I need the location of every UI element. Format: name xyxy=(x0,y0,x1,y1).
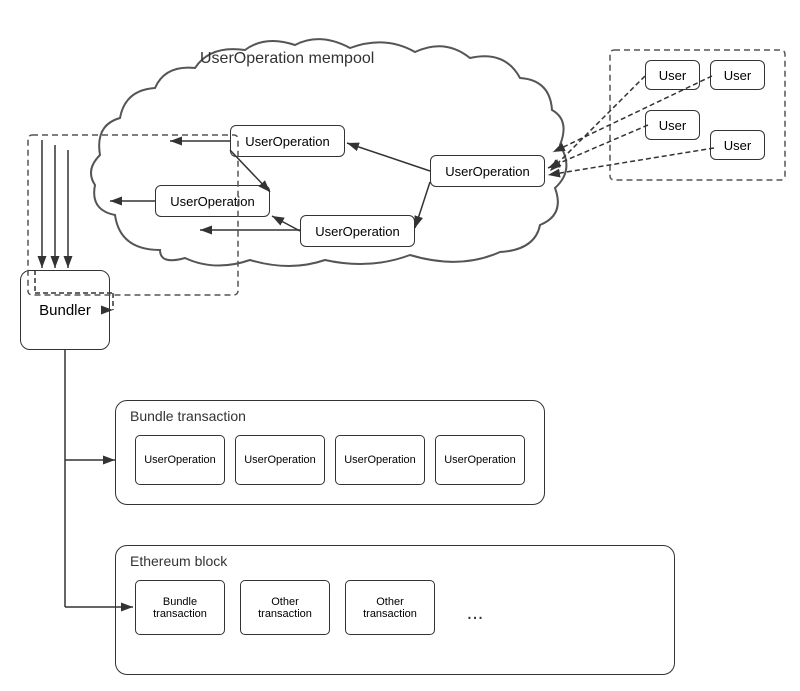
cloud-label: UserOperation mempool xyxy=(200,50,374,68)
eth-other-tx-2: Other transaction xyxy=(345,580,435,635)
bundle-transaction-label: Bundle transaction xyxy=(130,408,246,424)
bundle-op-4: UserOperation xyxy=(435,435,525,485)
user-op-box-2: UserOperation xyxy=(155,185,270,217)
user-box-2: User xyxy=(710,60,765,90)
user-box-3: User xyxy=(645,110,700,140)
bundle-op-2: UserOperation xyxy=(235,435,325,485)
bundle-op-1: UserOperation xyxy=(135,435,225,485)
eth-other-tx-1: Other transaction xyxy=(240,580,330,635)
eth-dots: ... xyxy=(455,598,495,628)
user-op-box-3: UserOperation xyxy=(300,215,415,247)
user-box-4: User xyxy=(710,130,765,160)
user-op-box-4: UserOperation xyxy=(430,155,545,187)
diagram: UserOperation mempool UserOperation User… xyxy=(0,0,800,691)
eth-bundle-tx: Bundle transaction xyxy=(135,580,225,635)
user-op-box-1: UserOperation xyxy=(230,125,345,157)
bundle-op-3: UserOperation xyxy=(335,435,425,485)
bundler-box: Bundler xyxy=(20,270,110,350)
ethereum-block-label: Ethereum block xyxy=(130,553,227,569)
user-box-1: User xyxy=(645,60,700,90)
